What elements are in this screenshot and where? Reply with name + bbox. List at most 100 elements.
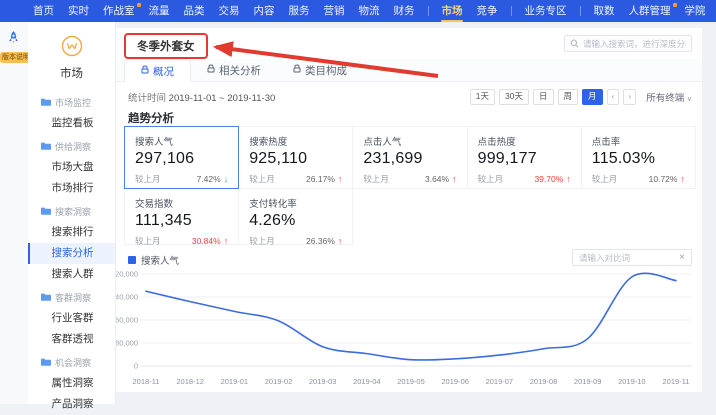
range-button-周[interactable]: 周: [558, 89, 579, 104]
metric-card-点击率[interactable]: 点击率115.03%较上月10.72%↑: [581, 126, 696, 189]
folder-icon: [41, 98, 51, 108]
sidebar-section-客群洞察: 客群洞察: [28, 285, 115, 308]
metric-compare: 较上月10.72%↑: [592, 173, 685, 185]
compare-label: 较上月: [249, 173, 275, 185]
sidebar-section-label: 机会洞察: [55, 356, 91, 369]
svg-text:2019-01: 2019-01: [221, 377, 249, 386]
sidebar-section-label: 供给洞察: [55, 140, 91, 153]
sidebar: 市场 市场监控监控看板供给洞察市场大盘市场排行搜索洞察搜索排行搜索分析搜索人群客…: [28, 22, 116, 404]
metric-value: 4.26%: [249, 212, 342, 230]
metric-compare: 较上月26.36%↑: [249, 235, 342, 247]
folder-icon: [41, 358, 51, 368]
svg-text:2019-08: 2019-08: [530, 377, 558, 386]
svg-text:2019-11: 2019-11: [663, 377, 690, 386]
sidebar-item-市场排行[interactable]: 市场排行: [28, 178, 115, 199]
svg-text:2019-02: 2019-02: [265, 377, 293, 386]
nav-item-交易[interactable]: 交易: [212, 0, 247, 22]
sidebar-section-label: 搜索洞察: [55, 205, 91, 218]
sidebar-item-客群透视[interactable]: 客群透视: [28, 329, 115, 350]
arrow-up-icon: ↑: [338, 236, 343, 246]
tab-overview[interactable]: 概况: [124, 59, 191, 82]
nav-item-物流[interactable]: 物流: [352, 0, 387, 22]
range-button-1天[interactable]: 1天: [470, 89, 495, 104]
legend-label: 搜索人气: [141, 253, 179, 267]
compare-word-box[interactable]: ×: [572, 249, 692, 266]
compare-label: 较上月: [363, 173, 389, 185]
compare-word-input[interactable]: [579, 253, 679, 263]
nav-item-业务专区[interactable]: 业务专区: [518, 0, 574, 22]
sidebar-item-行业客群[interactable]: 行业客群: [28, 308, 115, 329]
nav-item-内容[interactable]: 内容: [247, 0, 282, 22]
sidebar-item-产品洞察[interactable]: 产品洞察: [28, 394, 115, 415]
nav-item-人群管理[interactable]: 人群管理: [622, 0, 678, 22]
arrow-down-icon: ↓: [224, 174, 229, 184]
nav-item-实时[interactable]: 实时: [61, 0, 96, 22]
nav-item-市场[interactable]: 市场: [435, 0, 470, 22]
nav-item-营销[interactable]: 营销: [317, 0, 352, 22]
nav-item-品类[interactable]: 品类: [177, 0, 212, 22]
nav-item-作战室[interactable]: 作战室: [96, 0, 142, 22]
change-percent: 3.64%: [425, 174, 449, 184]
range-button-30天[interactable]: 30天: [499, 89, 529, 104]
prev-period-button[interactable]: ‹: [607, 89, 620, 104]
tab-icon: [207, 64, 215, 76]
compare-label: 较上月: [249, 235, 275, 247]
range-button-日[interactable]: 日: [533, 89, 554, 104]
sidebar-item-属性洞察[interactable]: 属性洞察: [28, 373, 115, 394]
svg-text:80,000: 80,000: [116, 339, 138, 348]
metric-value: 115.03%: [592, 150, 685, 168]
nav-item-财务[interactable]: 财务: [387, 0, 422, 22]
change-percent: 26.17%: [306, 174, 335, 184]
folder-icon: [41, 207, 51, 217]
metric-value: 999,177: [478, 150, 571, 168]
sidebar-item-监控看板[interactable]: 监控看板: [28, 113, 115, 134]
tab-related-analysis[interactable]: 相关分析: [191, 59, 277, 81]
metric-label: 点击热度: [478, 134, 571, 148]
nav-item-首页[interactable]: 首页: [26, 0, 61, 22]
metric-card-搜索人气[interactable]: 搜索人气297,106较上月7.42%↓: [124, 126, 239, 189]
nav-item-服务[interactable]: 服务: [282, 0, 317, 22]
close-icon[interactable]: ×: [679, 253, 685, 263]
metric-card-支付转化率[interactable]: 支付转化率4.26%较上月26.36%↑: [238, 188, 353, 245]
arrow-up-icon: ↑: [338, 174, 343, 184]
nav-item-流量[interactable]: 流量: [142, 0, 177, 22]
next-period-button[interactable]: ›: [623, 89, 636, 104]
notification-badge-dot: [137, 3, 141, 7]
tab-label: 概况: [153, 64, 174, 79]
sidebar-item-市场大盘[interactable]: 市场大盘: [28, 157, 115, 178]
metric-card-点击热度[interactable]: 点击热度 999,177 较上月39.70%↑: [467, 126, 582, 189]
metric-card-搜索热度[interactable]: 搜索热度925,110较上月26.17%↑: [238, 126, 353, 189]
compare-label: 较上月: [135, 235, 161, 247]
tab-category-composition[interactable]: 类目构成: [277, 59, 363, 81]
nav-item-竞争[interactable]: 竞争: [470, 0, 505, 22]
sidebar-section-label: 客群洞察: [55, 291, 91, 304]
metric-compare: 较上月7.42%↓: [135, 173, 228, 185]
svg-text:2019-10: 2019-10: [618, 377, 646, 386]
analyzed-keyword: 冬季外套女: [124, 33, 208, 59]
rocket-icon[interactable]: [5, 30, 22, 52]
metric-value: 925,110: [249, 150, 342, 168]
stats-toolbar: 统计时间 2019-11-01 ~ 2019-11-30 1天30天日周月 ‹ …: [116, 86, 702, 108]
metric-card-交易指数[interactable]: 交易指数111,345较上月30.84%↑: [124, 188, 239, 245]
chevron-down-icon: ∨: [687, 96, 692, 103]
terminal-filter-dropdown[interactable]: 所有终端 ∨: [646, 90, 692, 104]
svg-text:2019-04: 2019-04: [353, 377, 381, 386]
metric-compare: 较上月39.70%↑: [478, 173, 571, 185]
sidebar-item-搜索人群[interactable]: 搜索人群: [28, 264, 115, 285]
metric-card-点击人气[interactable]: 点击人气231,699较上月3.64%↑: [352, 126, 467, 189]
range-controls: 1天 30天日周月 ‹ › 所有终端 ∨: [466, 89, 692, 104]
arrow-up-icon: ↑: [452, 174, 457, 184]
search-input[interactable]: [583, 39, 686, 49]
sidebar-item-搜索排行[interactable]: 搜索排行: [28, 222, 115, 243]
folder-icon: [41, 142, 51, 152]
svg-text:160,000: 160,000: [116, 316, 138, 325]
sidebar-item-搜索分析[interactable]: 搜索分析: [28, 243, 115, 264]
notification-badge-dot: [673, 3, 677, 7]
change-percent: 30.84%: [192, 236, 221, 246]
keyword-search-box[interactable]: [564, 35, 692, 52]
sidebar-section-市场监控: 市场监控: [28, 90, 115, 113]
range-button-月[interactable]: 月: [582, 89, 603, 104]
nav-item-取数[interactable]: 取数: [587, 0, 622, 22]
nav-item-学院[interactable]: 学院: [678, 0, 713, 22]
tab-icon: [293, 64, 301, 76]
